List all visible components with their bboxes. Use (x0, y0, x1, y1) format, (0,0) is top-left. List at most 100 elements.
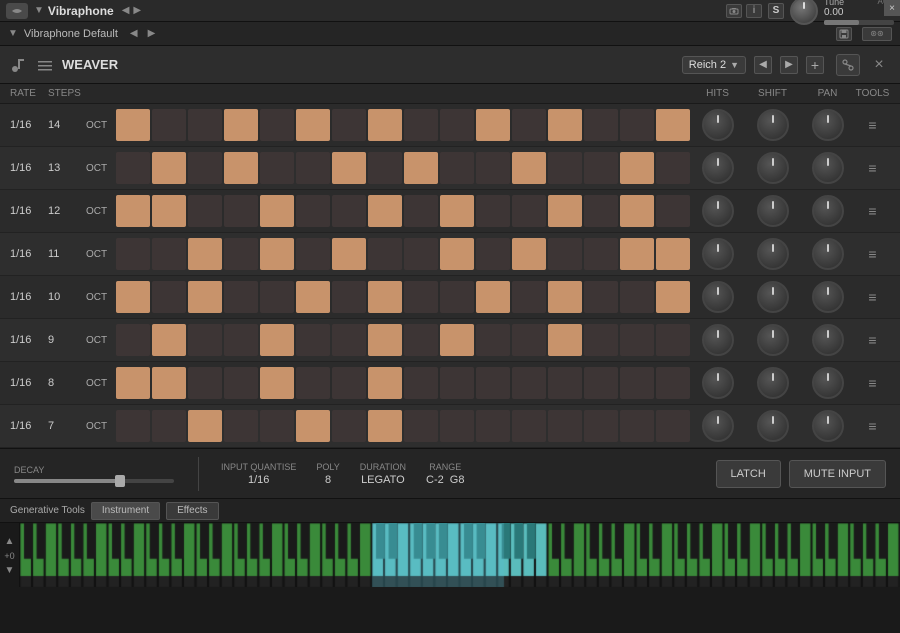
range-c-value[interactable]: C-2 (426, 474, 444, 486)
cell-5-6[interactable] (332, 324, 366, 356)
cell-1-13[interactable] (584, 152, 618, 184)
row-hits-knob-7[interactable] (690, 410, 745, 442)
cell-7-7[interactable] (368, 410, 402, 442)
row-oct-0[interactable]: OCT (86, 120, 116, 131)
cell-1-7[interactable] (368, 152, 402, 184)
cell-2-15[interactable] (656, 195, 690, 227)
cell-3-0[interactable] (116, 238, 150, 270)
cell-1-0[interactable] (116, 152, 150, 184)
cell-2-10[interactable] (476, 195, 510, 227)
cell-7-15[interactable] (656, 410, 690, 442)
cell-4-0[interactable] (116, 281, 150, 313)
cell-3-9[interactable] (440, 238, 474, 270)
info-icon[interactable]: i (746, 4, 762, 18)
cell-2-4[interactable] (260, 195, 294, 227)
cell-6-9[interactable] (440, 367, 474, 399)
cell-3-7[interactable] (368, 238, 402, 270)
row-shift-knob-5[interactable] (745, 324, 800, 356)
row-shift-knob-6[interactable] (745, 367, 800, 399)
cell-1-9[interactable] (440, 152, 474, 184)
cell-2-6[interactable] (332, 195, 366, 227)
cell-5-2[interactable] (188, 324, 222, 356)
piano-scroll-up[interactable]: ▲ (5, 536, 15, 547)
cell-3-1[interactable] (152, 238, 186, 270)
cell-2-7[interactable] (368, 195, 402, 227)
row-tools-4[interactable]: ≡ (855, 289, 890, 305)
cell-4-4[interactable] (260, 281, 294, 313)
cell-2-8[interactable] (404, 195, 438, 227)
row-shift-knob-4[interactable] (745, 281, 800, 313)
preset-next-nav-btn[interactable]: ▶ (780, 56, 798, 74)
cell-1-2[interactable] (188, 152, 222, 184)
cell-4-1[interactable] (152, 281, 186, 313)
row-shift-knob-0[interactable] (745, 109, 800, 141)
row-oct-5[interactable]: OCT (86, 335, 116, 346)
cell-0-0[interactable] (116, 109, 150, 141)
preset-selector[interactable]: Reich 2 ▼ (682, 56, 746, 74)
row-tools-7[interactable]: ≡ (855, 418, 890, 434)
cell-4-8[interactable] (404, 281, 438, 313)
cell-6-6[interactable] (332, 367, 366, 399)
cell-0-15[interactable] (656, 109, 690, 141)
cell-5-15[interactable] (656, 324, 690, 356)
next-instrument-btn[interactable]: ▶ (133, 5, 141, 16)
cell-6-7[interactable] (368, 367, 402, 399)
row-pan-knob-4[interactable] (800, 281, 855, 313)
cell-6-8[interactable] (404, 367, 438, 399)
close-panel-btn[interactable]: × (868, 54, 890, 76)
row-pan-knob-0[interactable] (800, 109, 855, 141)
cell-4-14[interactable] (620, 281, 654, 313)
cell-1-12[interactable] (548, 152, 582, 184)
cell-5-1[interactable] (152, 324, 186, 356)
cell-7-4[interactable] (260, 410, 294, 442)
cell-0-6[interactable] (332, 109, 366, 141)
cell-6-13[interactable] (584, 367, 618, 399)
cell-7-11[interactable] (512, 410, 546, 442)
expand-icon[interactable]: ▼ (34, 5, 44, 16)
row-shift-knob-7[interactable] (745, 410, 800, 442)
cell-4-9[interactable] (440, 281, 474, 313)
cell-2-13[interactable] (584, 195, 618, 227)
row-tools-5[interactable]: ≡ (855, 332, 890, 348)
row-oct-6[interactable]: OCT (86, 378, 116, 389)
cell-3-5[interactable] (296, 238, 330, 270)
prev-instrument-btn[interactable]: ◀ (122, 5, 130, 16)
menu-icon[interactable] (36, 56, 54, 74)
cell-7-14[interactable] (620, 410, 654, 442)
tune-slider[interactable] (824, 20, 894, 25)
cell-5-13[interactable] (584, 324, 618, 356)
cell-5-9[interactable] (440, 324, 474, 356)
cell-1-11[interactable] (512, 152, 546, 184)
cell-7-10[interactable] (476, 410, 510, 442)
cell-3-13[interactable] (584, 238, 618, 270)
cell-1-10[interactable] (476, 152, 510, 184)
row-hits-knob-4[interactable] (690, 281, 745, 313)
cell-7-5[interactable] (296, 410, 330, 442)
row-shift-knob-2[interactable] (745, 195, 800, 227)
cell-7-13[interactable] (584, 410, 618, 442)
row-hits-knob-5[interactable] (690, 324, 745, 356)
cell-7-1[interactable] (152, 410, 186, 442)
cell-4-10[interactable] (476, 281, 510, 313)
cell-7-9[interactable] (440, 410, 474, 442)
cell-3-2[interactable] (188, 238, 222, 270)
options-btn[interactable]: ⊛⊛ (862, 27, 892, 41)
cell-5-12[interactable] (548, 324, 582, 356)
window-close-btn[interactable]: × (884, 0, 900, 16)
cell-2-2[interactable] (188, 195, 222, 227)
cell-5-5[interactable] (296, 324, 330, 356)
cell-0-11[interactable] (512, 109, 546, 141)
cell-6-12[interactable] (548, 367, 582, 399)
row-oct-2[interactable]: OCT (86, 206, 116, 217)
cell-5-14[interactable] (620, 324, 654, 356)
input-quantise-value[interactable]: 1/16 (248, 474, 269, 486)
cell-4-15[interactable] (656, 281, 690, 313)
row-hits-knob-1[interactable] (690, 152, 745, 184)
cell-0-7[interactable] (368, 109, 402, 141)
piano-canvas[interactable] (20, 523, 900, 587)
gen-tab-instrument[interactable]: Instrument (91, 502, 160, 520)
cell-0-10[interactable] (476, 109, 510, 141)
add-preset-btn[interactable]: + (806, 56, 824, 74)
cell-3-11[interactable] (512, 238, 546, 270)
cell-0-3[interactable] (224, 109, 258, 141)
